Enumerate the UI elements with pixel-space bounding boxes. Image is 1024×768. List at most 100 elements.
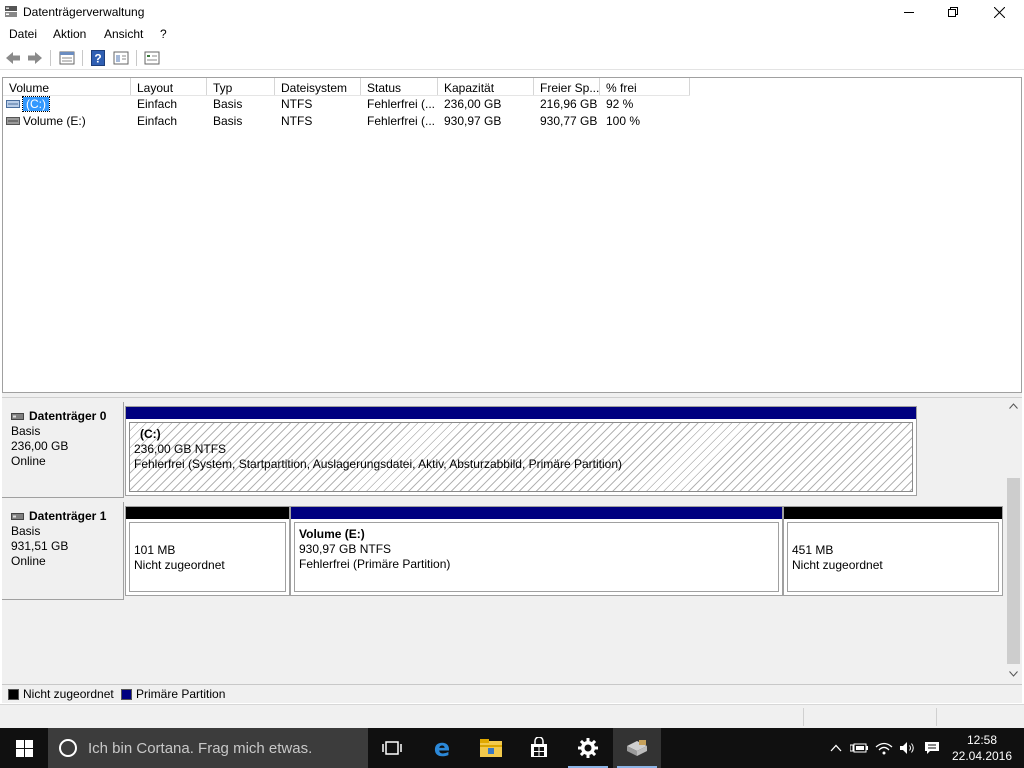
restore-button[interactable] [930, 0, 976, 24]
column-header-kapazitaet[interactable]: Kapazität [438, 78, 534, 96]
partition-type-bar [784, 507, 1002, 519]
status-separator [936, 708, 937, 726]
legend-label: Nicht zugeordnet [23, 687, 114, 701]
cortana-search-box[interactable]: Ich bin Cortana. Frag mich etwas. [48, 728, 368, 768]
help-button[interactable]: ? [89, 49, 107, 67]
chevron-down-icon [1009, 671, 1018, 677]
column-header-freier-speicher[interactable]: Freier Sp... [534, 78, 600, 96]
partition-e[interactable]: Volume (E:) 930,97 GB NTFS Fehlerfrei (P… [290, 506, 783, 596]
action-center-icon [925, 742, 939, 754]
partition-type-bar [291, 507, 782, 519]
column-header-status[interactable]: Status [361, 78, 438, 96]
title-bar: Datenträgerverwaltung [0, 0, 1024, 24]
column-header-dateisystem[interactable]: Dateisystem [275, 78, 361, 96]
scroll-up-button[interactable] [1005, 398, 1022, 414]
volume-percent-free: 92 % [606, 97, 634, 111]
volume-capacity: 930,97 GB [444, 114, 502, 128]
volume-layout: Einfach [137, 97, 178, 111]
properties-button[interactable] [112, 49, 130, 67]
taskbar-clock[interactable]: 12:58 22.04.2016 [946, 732, 1018, 764]
back-button[interactable] [4, 49, 22, 67]
search-placeholder: Ich bin Cortana. Frag mich etwas. [88, 739, 313, 757]
forward-button[interactable] [26, 49, 44, 67]
partition-body: (C:) 236,00 GB NTFS Fehlerfrei (System, … [129, 422, 913, 492]
disk-name: Datenträger 1 [29, 509, 107, 523]
partition-unallocated-2[interactable]: 451 MB Nicht zugeordnet [783, 506, 1003, 596]
column-header-volume[interactable]: Volume [3, 78, 131, 96]
disk-1-label[interactable]: Datenträger 1 Basis 931,51 GB Online [2, 502, 124, 600]
volume-capacity: 236,00 GB [444, 97, 502, 111]
disk-management-button[interactable] [613, 728, 661, 768]
partition-c[interactable]: (C:) 236,00 GB NTFS Fehlerfrei (System, … [125, 406, 917, 496]
volume-type: Basis [213, 114, 243, 128]
restore-icon [948, 7, 958, 17]
disk-management-icon [627, 740, 647, 756]
volume-status: Fehlerfrei (... [367, 114, 436, 128]
legend-label: Primäre Partition [136, 687, 226, 701]
battery-button[interactable] [848, 728, 870, 768]
column-header-layout[interactable]: Layout [131, 78, 207, 96]
legend: Nicht zugeordnet Primäre Partition [2, 684, 1022, 703]
show-hidden-icons-button[interactable] [826, 728, 846, 768]
edge-icon: e [434, 736, 450, 760]
minimize-button[interactable] [886, 0, 932, 24]
disk-icon [11, 513, 24, 520]
menu-help[interactable]: ? [160, 27, 167, 41]
column-header-prozent-frei[interactable]: % frei [600, 78, 690, 96]
menu-ansicht[interactable]: Ansicht [104, 27, 143, 41]
partition-type-bar [126, 507, 289, 519]
partition-size: 236,00 GB NTFS [134, 442, 227, 456]
partition-title: Volume (E:) [299, 527, 365, 541]
disk-state: Online [11, 554, 46, 568]
chevron-up-icon [1009, 403, 1018, 409]
forward-icon [28, 52, 42, 64]
partition-body: Volume (E:) 930,97 GB NTFS Fehlerfrei (P… [294, 522, 779, 592]
toolbar-separator [50, 50, 51, 66]
volume-name: (C:) [22, 96, 50, 112]
scroll-down-button[interactable] [1005, 666, 1022, 682]
store-icon [531, 737, 547, 757]
task-view-button[interactable] [368, 728, 416, 768]
volume-button[interactable] [897, 728, 919, 768]
menu-datei[interactable]: Datei [9, 27, 37, 41]
legend-item-unallocated: Nicht zugeordnet [8, 687, 114, 701]
table-row[interactable]: Volume (E:) Einfach Basis NTFS Fehlerfre… [3, 113, 1021, 130]
edge-button[interactable]: e [418, 728, 466, 768]
start-button[interactable] [0, 728, 48, 768]
action-center-button[interactable] [921, 728, 943, 768]
table-row[interactable]: (C:) Einfach Basis NTFS Fehlerfrei (... … [3, 96, 1021, 113]
close-button[interactable] [976, 0, 1022, 24]
column-header-typ[interactable]: Typ [207, 78, 275, 96]
partition-title: (C:) [140, 427, 161, 441]
svg-text:e: e [434, 736, 450, 760]
properties-icon [113, 51, 129, 65]
legend-swatch [121, 688, 132, 700]
minimize-icon [904, 12, 914, 13]
partition-unallocated-1[interactable]: 101 MB Nicht zugeordnet [125, 506, 290, 596]
partition-type-bar [126, 407, 916, 419]
store-button[interactable] [515, 728, 563, 768]
file-explorer-button[interactable] [467, 728, 515, 768]
volume-percent-free: 100 % [606, 114, 641, 128]
status-bar [0, 704, 1024, 728]
settings-button[interactable] [143, 49, 161, 67]
disk-pane: Datenträger 0 Basis 236,00 GB Online (C:… [2, 398, 1022, 684]
settings-app-button[interactable] [564, 728, 612, 768]
volume-type: Basis [213, 97, 243, 111]
status-separator [803, 708, 804, 726]
disk-0-label[interactable]: Datenträger 0 Basis 236,00 GB Online [2, 402, 124, 498]
disk-type: Basis [11, 424, 41, 438]
network-button[interactable] [873, 728, 895, 768]
menu-aktion[interactable]: Aktion [53, 27, 86, 41]
legend-item-primary: Primäre Partition [121, 687, 225, 701]
disk-pane-scrollbar[interactable] [1005, 398, 1022, 684]
scroll-thumb[interactable] [1007, 478, 1020, 664]
cortana-icon [59, 739, 77, 757]
volume-icon [6, 117, 20, 125]
disk-management-app-icon [5, 6, 17, 17]
volume-layout: Einfach [137, 114, 178, 128]
list-view-icon [59, 51, 75, 65]
partition-status: Fehlerfrei (Primäre Partition) [299, 557, 451, 571]
list-view-button[interactable] [58, 49, 76, 67]
speaker-icon [900, 742, 914, 754]
